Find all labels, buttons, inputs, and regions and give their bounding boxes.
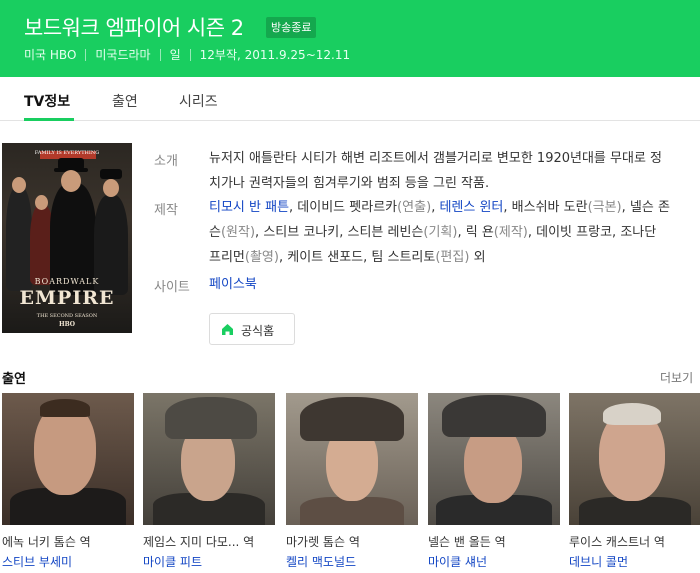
cast-section-title: 출연 [2, 372, 26, 387]
site-label: 사이트 [154, 280, 190, 295]
cast-role: 루이스 캐스트너 역 [569, 535, 665, 549]
photo-hat [300, 397, 404, 441]
tab-cast[interactable]: 출연 [112, 91, 138, 111]
poster-boardwalk: BOARDWALK [34, 277, 100, 286]
credit-name: 배스쉬바 도란 [511, 200, 588, 215]
meta-divider [85, 48, 87, 61]
credit-role: (편집) [435, 250, 470, 265]
cast-photo[interactable] [569, 393, 700, 525]
meta-channel: 미국 HBO [24, 48, 77, 62]
cast-role: 제임스 지미 다모... 역 [143, 535, 255, 549]
intro-text: 뉴저지 애틀란타 시티가 해변 리조트에서 갬블거리로 변모한 1920년대를 … [209, 151, 662, 191]
poster-top-text: FAMILY IS EVERYTHING [34, 150, 100, 156]
tab-series[interactable]: 시리즈 [179, 91, 218, 111]
photo-hair [603, 403, 661, 425]
credit-item: 배스쉬바 도란(극본) [512, 200, 622, 215]
cast-actor-link[interactable]: 데브니 콜먼 [569, 553, 628, 570]
credit-item: 케이트 샌포드 [287, 250, 363, 265]
poster-face [61, 170, 81, 192]
photo-dress [300, 497, 404, 525]
tab-bar: TV정보 출연 시리즈 [0, 77, 700, 121]
poster-figure [6, 187, 32, 291]
cast-photo[interactable] [428, 393, 560, 525]
credit-name: 데이빗 프랑코 [536, 225, 613, 240]
credits-suffix: 외 [473, 250, 486, 265]
credit-name: 데이비드 펫라르카 [297, 200, 398, 215]
photo-cap [165, 397, 257, 439]
official-home-button[interactable]: 공식홈 [209, 313, 295, 345]
credit-item[interactable]: 티모시 반 패튼 [209, 200, 289, 215]
credit-item: 스티븐 레빈슨(기획) [347, 225, 457, 240]
cast-card[interactable]: 루이스 캐스트너 역 데브니 콜먼 [569, 393, 700, 569]
credit-name: 케이트 샌포드 [287, 250, 364, 265]
meta-day: 일 [169, 48, 181, 62]
facebook-link[interactable]: 페이스북 [209, 277, 257, 292]
tab-tv-info[interactable]: TV정보 [24, 91, 70, 111]
cast-card[interactable]: 마가렛 톰슨 역 켈리 맥도널드 [286, 393, 418, 569]
poster-hbo: HBO [58, 321, 76, 328]
title-header: 보드워크 엠파이어 시즌 2 방송종료 미국 HBO 미국드라마 일 12부작,… [0, 0, 700, 77]
poster-tagline: THE SECOND SEASON [36, 313, 98, 319]
credit-item: 스티브 코나키 [263, 225, 339, 240]
meta-genre: 미국드라마 [95, 48, 151, 62]
credit-role: (원작) [220, 225, 256, 240]
photo-hair [40, 399, 90, 417]
photo-hat [442, 395, 546, 437]
cast-role: 에녹 너키 톰슨 역 [2, 535, 91, 549]
credit-role: (제작) [493, 225, 528, 240]
credit-role: (연출) [397, 200, 432, 215]
poster-face [35, 195, 48, 210]
cast-actor-link[interactable]: 마이클 피트 [143, 553, 202, 570]
poster-empire: EMPIRE [19, 287, 115, 309]
meta-divider [159, 48, 161, 61]
status-badge: 방송종료 [266, 17, 317, 38]
cast-actor-link[interactable]: 켈리 맥도널드 [286, 553, 356, 570]
home-icon [222, 324, 233, 335]
cast-role: 마가렛 톰슨 역 [286, 535, 360, 549]
official-home-label: 공식홈 [241, 324, 275, 338]
cast-photo[interactable] [143, 393, 275, 525]
credit-role: (극본) [587, 200, 622, 215]
cast-card[interactable]: 제임스 지미 다모... 역 마이클 피트 [143, 393, 275, 569]
credit-item: 팀 스트리토(편집) [371, 250, 469, 265]
active-tab-indicator [24, 118, 74, 121]
credit-item: 데이빗 프랑코 [536, 225, 612, 240]
cast-actor-link[interactable]: 마이클 섀넌 [428, 553, 487, 570]
cast-card[interactable]: 에녹 너키 톰슨 역 스티브 부세미 [2, 393, 134, 569]
meta-divider [189, 48, 191, 61]
meta-line: 미국 HBO 미국드라마 일 12부작, 2011.9.25~12.11 [24, 46, 350, 63]
cast-photo[interactable] [286, 393, 418, 525]
cast-photo[interactable] [2, 393, 134, 525]
cast-card[interactable]: 넬슨 밴 올든 역 마이클 섀넌 [428, 393, 560, 569]
cast-actor-link[interactable]: 스티브 부세미 [2, 553, 72, 570]
credit-item: 릭 욘(제작) [466, 225, 528, 240]
credit-item: 데이비드 펫라르카(연출) [297, 200, 431, 215]
credit-item[interactable]: 테렌스 윈터 [439, 200, 503, 215]
poster-face [12, 177, 26, 193]
more-link[interactable]: 더보기 [660, 369, 693, 386]
production-label: 제작 [154, 203, 178, 218]
credit-role: (기획) [423, 225, 458, 240]
credit-name: 릭 욘 [465, 225, 494, 240]
meta-episodes-dates: 12부작, 2011.9.25~12.11 [199, 48, 351, 62]
production-credits: 티모시 반 패튼, 데이비드 펫라르카(연출), 테렌스 윈터, 배스쉬바 도란… [209, 200, 670, 265]
site-value: 페이스북 [209, 272, 671, 297]
page-title: 보드워크 엠파이어 시즌 2 [24, 16, 244, 40]
credit-role: (촬영) [244, 250, 279, 265]
poster-face [103, 179, 119, 197]
photo-suit [579, 497, 691, 525]
cast-role: 넬슨 밴 올든 역 [428, 535, 506, 549]
credit-name-link[interactable]: 테렌스 윈터 [439, 200, 503, 215]
poster-hat [100, 169, 122, 179]
credit-name-link[interactable]: 티모시 반 패튼 [209, 200, 289, 215]
poster-image[interactable]: FAMILY IS EVERYTHING BOARDWALK EMPIRE TH… [2, 143, 132, 333]
credit-name: 팀 스트리토 [371, 250, 436, 265]
intro-label: 소개 [154, 154, 178, 169]
credit-name: 스티븐 레빈슨 [347, 225, 424, 240]
credit-name: 스티브 코나키 [263, 225, 340, 240]
